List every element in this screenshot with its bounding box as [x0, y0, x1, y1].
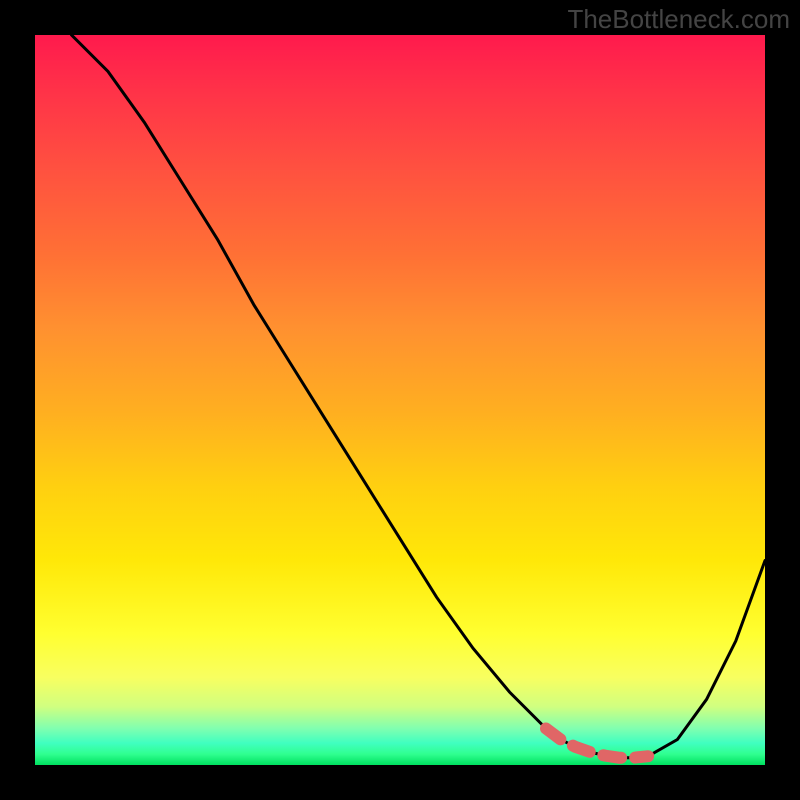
- chart-svg: [35, 35, 765, 765]
- curve-line: [72, 35, 766, 758]
- chart-container: TheBottleneck.com: [0, 0, 800, 800]
- watermark-text: TheBottleneck.com: [567, 4, 790, 35]
